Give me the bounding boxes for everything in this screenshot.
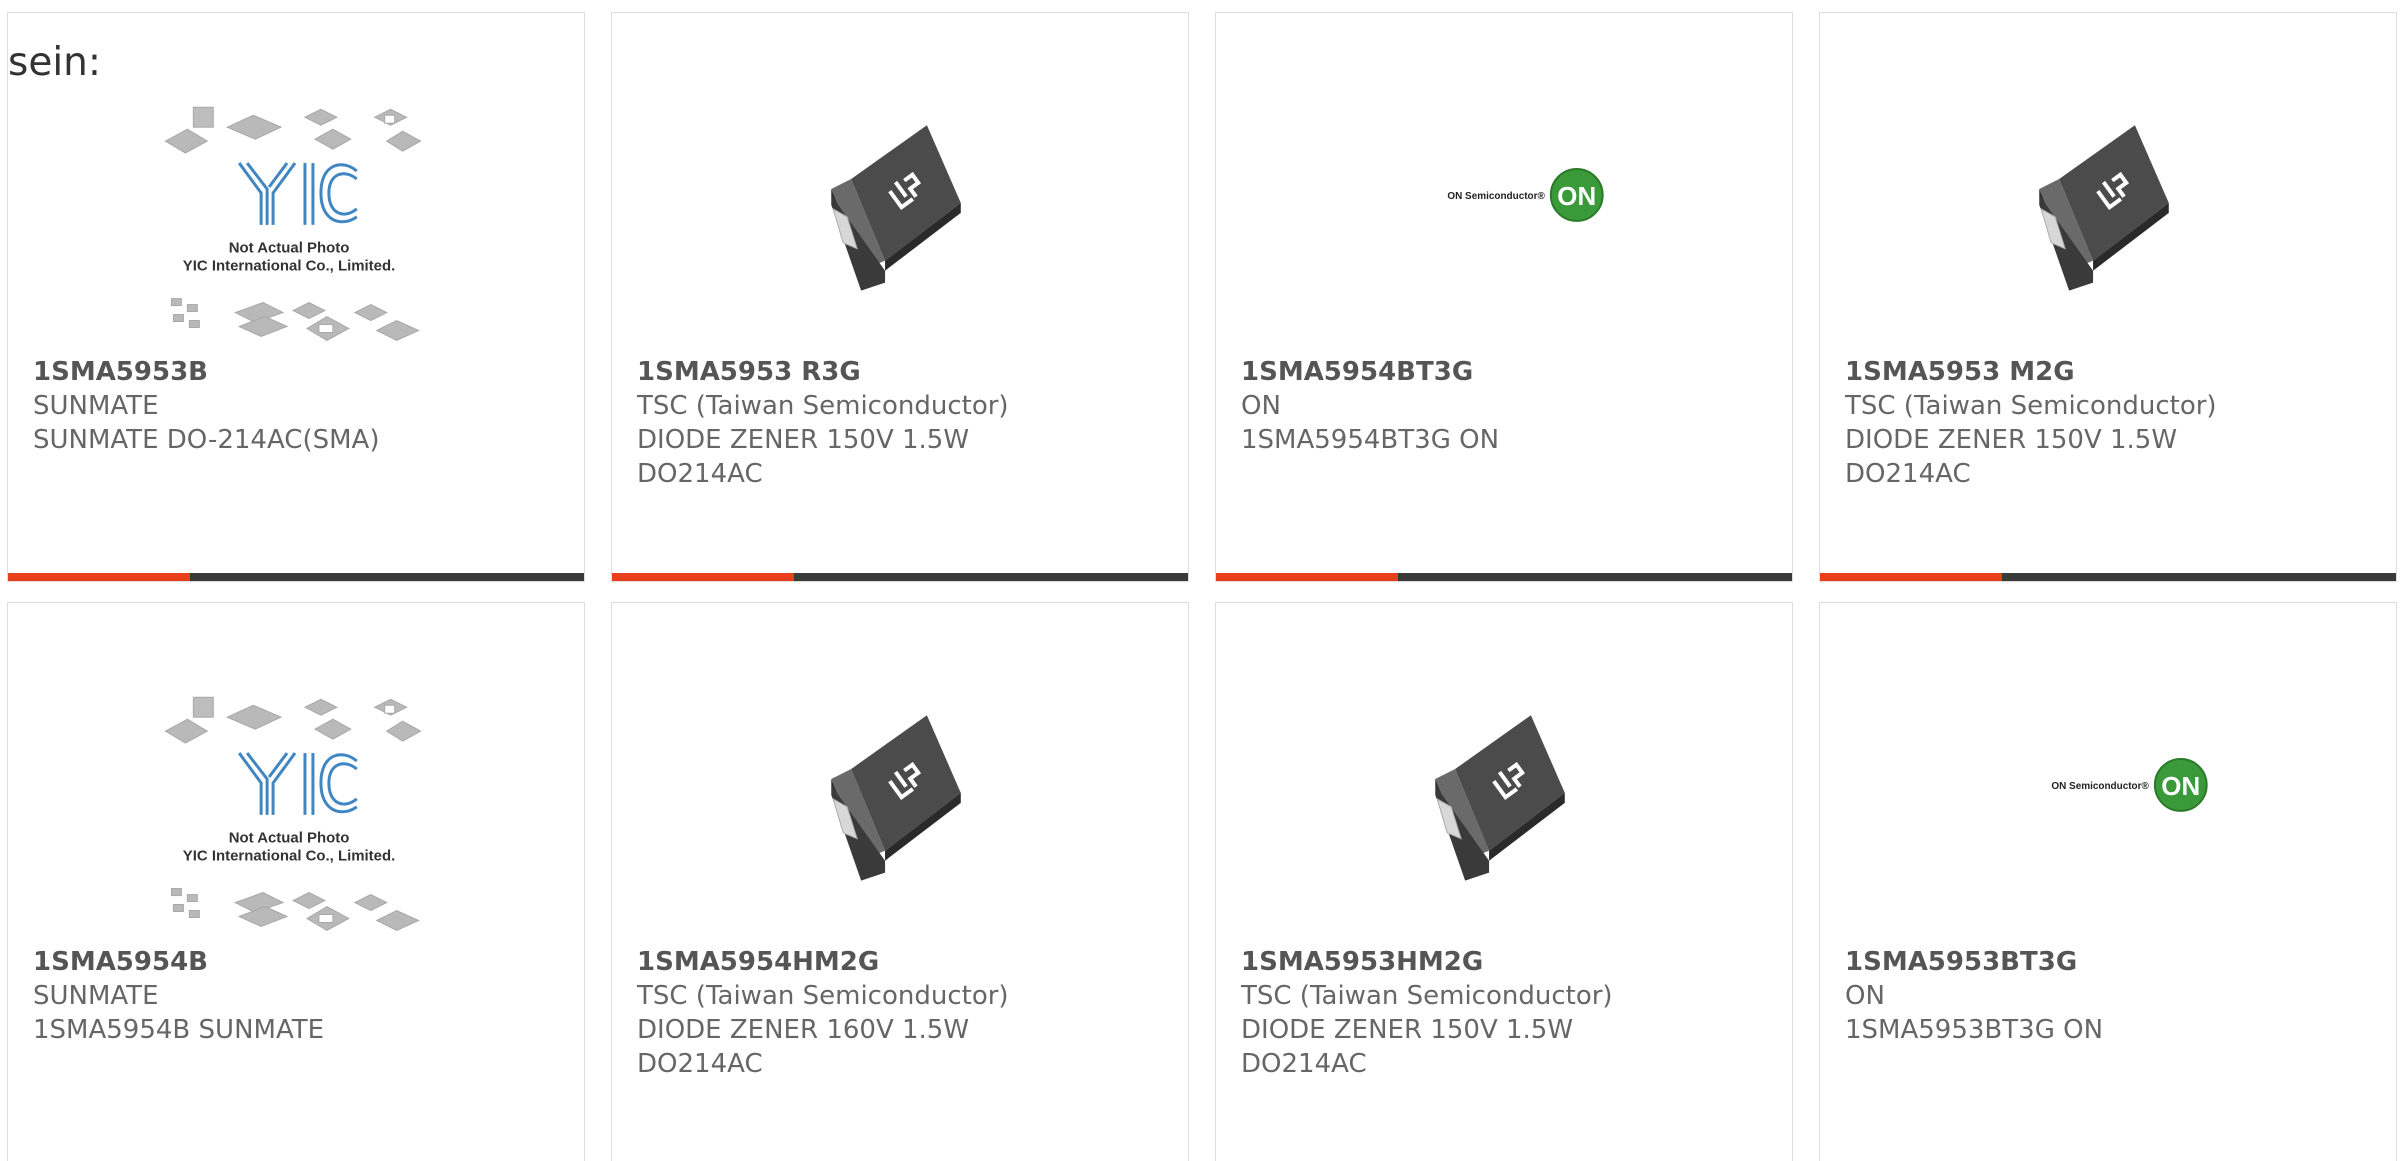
product-info: 1SMA5953BT3G ON 1SMA5953BT3G ON	[1845, 945, 2376, 1047]
product-part-number[interactable]: 1SMA5954HM2G	[637, 945, 1168, 979]
product-image[interactable]: Not Actual Photo YIC International Co., …	[8, 603, 584, 943]
product-manufacturer: SUNMATE	[33, 391, 159, 421]
product-manufacturer: ON	[1241, 391, 1281, 421]
product-package: DO214AC	[1241, 1049, 1367, 1079]
product-part-number[interactable]: 1SMA5953 M2G	[1845, 355, 2376, 389]
product-part-number[interactable]: 1SMA5953HM2G	[1241, 945, 1772, 979]
product-listing-page: sein: Not Actual Photo YIC International…	[0, 0, 2400, 1161]
card-bottom-bar	[8, 573, 584, 581]
svg-text:ON: ON	[1557, 183, 1596, 211]
product-image[interactable]	[612, 13, 1188, 353]
sma-package-image	[2039, 125, 2169, 291]
product-package: DO214AC	[637, 459, 763, 489]
product-grid: Not Actual Photo YIC International Co., …	[7, 12, 2400, 1161]
card-accent-bar	[612, 573, 794, 581]
product-manufacturer: TSC (Taiwan Semiconductor)	[637, 981, 1009, 1011]
product-manufacturer: SUNMATE	[33, 981, 159, 1011]
on-semiconductor-logo-image: ON Semiconductor® ON	[1447, 168, 1604, 222]
product-part-number[interactable]: 1SMA5953B	[33, 355, 564, 389]
product-manufacturer: TSC (Taiwan Semiconductor)	[1845, 391, 2217, 421]
svg-text:Not Actual Photo: Not Actual Photo	[229, 830, 350, 847]
sma-package-image	[831, 715, 961, 881]
svg-text:YIC International Co., Limited: YIC International Co., Limited.	[183, 848, 395, 865]
on-semiconductor-logo-image: ON Semiconductor® ON	[2051, 758, 2208, 812]
product-image[interactable]: ON Semiconductor® ON	[1820, 603, 2396, 943]
product-card[interactable]: ON Semiconductor® ON 1SMA5954BT3G ON 1SMA5…	[1215, 12, 1793, 582]
card-accent-bar	[1820, 573, 2002, 581]
svg-text:ON Semiconductor®: ON Semiconductor®	[1447, 191, 1545, 202]
product-part-number[interactable]: 1SMA5954B	[33, 945, 564, 979]
product-part-number[interactable]: 1SMA5953BT3G	[1845, 945, 2376, 979]
card-accent-bar	[1216, 573, 1398, 581]
product-info: 1SMA5953HM2G TSC (Taiwan Semiconductor) DI…	[1241, 945, 1772, 1081]
product-info: 1SMA5954B SUNMATE 1SMA5954B SUNMATE	[33, 945, 564, 1047]
product-package: DO214AC	[1845, 459, 1971, 489]
product-manufacturer: TSC (Taiwan Semiconductor)	[1241, 981, 1613, 1011]
product-info: 1SMA5954BT3G ON 1SMA5954BT3G ON	[1241, 355, 1772, 457]
intro-text: sein:	[8, 40, 102, 85]
product-card[interactable]: 1SMA5953HM2G TSC (Taiwan Semiconductor) DI…	[1215, 602, 1793, 1161]
product-description: DIODE ZENER 150V 1.5W	[1241, 1015, 1574, 1045]
product-info: 1SMA5953 M2G TSC (Taiwan Semiconductor) DI…	[1845, 355, 2376, 491]
yic-placeholder-image: Not Actual Photo YIC International Co., …	[164, 696, 422, 932]
svg-text:YIC International Co., Limited: YIC International Co., Limited.	[183, 258, 395, 275]
sma-package-image	[831, 125, 961, 291]
product-card[interactable]: Not Actual Photo YIC International Co., …	[7, 12, 585, 582]
svg-text:Not Actual Photo: Not Actual Photo	[229, 240, 350, 257]
card-accent-bar	[8, 573, 190, 581]
product-card[interactable]: 1SMA5954HM2G TSC (Taiwan Semiconductor) DI…	[611, 602, 1189, 1161]
product-info: 1SMA5953 R3G TSC (Taiwan Semiconductor) DI…	[637, 355, 1168, 491]
product-card[interactable]: 1SMA5953 R3G TSC (Taiwan Semiconductor) DI…	[611, 12, 1189, 582]
card-bottom-bar	[612, 573, 1188, 581]
card-bottom-bar	[1820, 573, 2396, 581]
product-description: SUNMATE DO-214AC(SMA)	[33, 425, 380, 455]
product-manufacturer: TSC (Taiwan Semiconductor)	[637, 391, 1009, 421]
product-info: 1SMA5954HM2G TSC (Taiwan Semiconductor) DI…	[637, 945, 1168, 1081]
product-image[interactable]	[1216, 603, 1792, 943]
svg-text:ON Semiconductor®: ON Semiconductor®	[2051, 781, 2149, 792]
product-part-number[interactable]: 1SMA5953 R3G	[637, 355, 1168, 389]
product-description: 1SMA5953BT3G ON	[1845, 1015, 2104, 1045]
product-description: DIODE ZENER 150V 1.5W	[637, 425, 970, 455]
product-package: DO214AC	[637, 1049, 763, 1079]
card-bottom-bar	[1216, 573, 1792, 581]
product-description: 1SMA5954B SUNMATE	[33, 1015, 325, 1045]
product-description: 1SMA5954BT3G ON	[1241, 425, 1500, 455]
product-card[interactable]: 1SMA5953 M2G TSC (Taiwan Semiconductor) DI…	[1819, 12, 2397, 582]
product-info: 1SMA5953B SUNMATE SUNMATE DO-214AC(SMA)	[33, 355, 564, 457]
product-image[interactable]	[1820, 13, 2396, 353]
product-description: DIODE ZENER 150V 1.5W	[1845, 425, 2178, 455]
product-part-number[interactable]: 1SMA5954BT3G	[1241, 355, 1772, 389]
product-card[interactable]: Not Actual Photo YIC International Co., …	[7, 602, 585, 1161]
sma-package-image	[1435, 715, 1565, 881]
product-manufacturer: ON	[1845, 981, 1885, 1011]
product-image[interactable]	[612, 603, 1188, 943]
product-card[interactable]: ON Semiconductor® ON 1SMA5953BT3G ON 1SMA5…	[1819, 602, 2397, 1161]
product-description: DIODE ZENER 160V 1.5W	[637, 1015, 970, 1045]
product-image[interactable]: ON Semiconductor® ON	[1216, 13, 1792, 353]
svg-text:ON: ON	[2161, 773, 2200, 801]
